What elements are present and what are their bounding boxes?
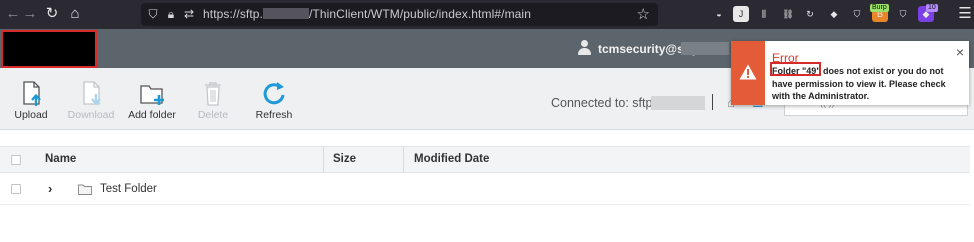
toast-accent [731,41,765,105]
delete-button[interactable]: Delete [178,80,248,121]
url-prefix: https://sftp. [203,7,263,21]
download-button[interactable]: Download [56,80,126,121]
add-folder-button[interactable]: Add folder [117,80,187,121]
user-icon[interactable] [577,40,592,56]
add-folder-label: Add folder [128,109,176,121]
download-label: Download [67,109,115,121]
ublock-icon[interactable]: ⛉ [895,6,911,22]
wappalyzer-icon[interactable]: ◆ [826,6,842,22]
home-icon[interactable]: ⌂ [66,5,84,23]
close-icon[interactable]: × [956,45,964,59]
refresh-icon [263,82,285,105]
redacted-block [681,42,729,55]
highlight-annotation [770,62,821,76]
refresh-label: Refresh [255,109,293,121]
column-header-name[interactable]: Name [45,153,76,165]
menu-icon[interactable]: ☰ [956,5,974,23]
upload-icon [23,81,41,106]
error-toast: Error × Folder "49" does not exist or yo… [731,41,969,105]
column-header-modified[interactable]: Modified Date [414,153,489,165]
column-header-size[interactable]: Size [333,153,356,165]
lock-icon[interactable]: 🔒︎ [163,6,179,22]
refresh-button[interactable]: Refresh [239,80,309,121]
select-all-checkbox[interactable] [11,155,21,165]
download-icon [83,81,101,106]
column-divider[interactable] [323,147,324,173]
redacted-block [651,96,705,110]
forward-icon[interactable]: → [21,5,39,23]
redacted-logo [1,30,97,68]
url-suffix: /ThinClient/WTM/public/index.html#/main [309,7,531,21]
back-icon[interactable]: ← [4,5,22,23]
divider [712,94,713,110]
link-extension-icon[interactable]: ⛓ [780,6,796,22]
shield-extension-icon[interactable]: ⛉ [849,6,865,22]
address-bar[interactable]: ⛉ 🔒︎ ⇄ https://sftp. /ThinClient/WTM/publ… [141,3,658,26]
redacted-block [263,8,309,19]
reload-icon[interactable]: ↻ [43,5,61,23]
table-row[interactable]: › Test Folder [0,173,970,205]
row-checkbox[interactable] [11,184,21,194]
url-text[interactable]: https://sftp. /ThinClient/WTM/public/inde… [203,7,531,21]
folder-icon [78,184,92,195]
permissions-icon[interactable]: ⇄ [181,6,197,22]
connection-status: Connected to: sftp [551,96,653,110]
pocket-icon[interactable]: ◒ [711,6,727,22]
bookmark-star-icon[interactable]: ☆ [637,5,650,23]
row-name[interactable]: Test Folder [100,183,157,195]
trash-icon [205,82,221,106]
delete-label: Delete [197,109,229,121]
extension-badge: 10 [926,4,938,12]
extension-badge: Burp [870,4,889,12]
column-divider[interactable] [403,147,404,173]
library-icon[interactable]: ⫼ [756,6,772,22]
table-header: Name Size Modified Date [0,146,970,173]
refresh-extension-icon[interactable]: ↻ [802,6,818,22]
profile-icon[interactable]: J [733,6,749,22]
shield-icon[interactable]: ⛉ [145,6,161,22]
warning-icon [739,64,757,80]
chevron-right-icon[interactable]: › [48,181,52,196]
add-folder-icon [140,85,164,105]
